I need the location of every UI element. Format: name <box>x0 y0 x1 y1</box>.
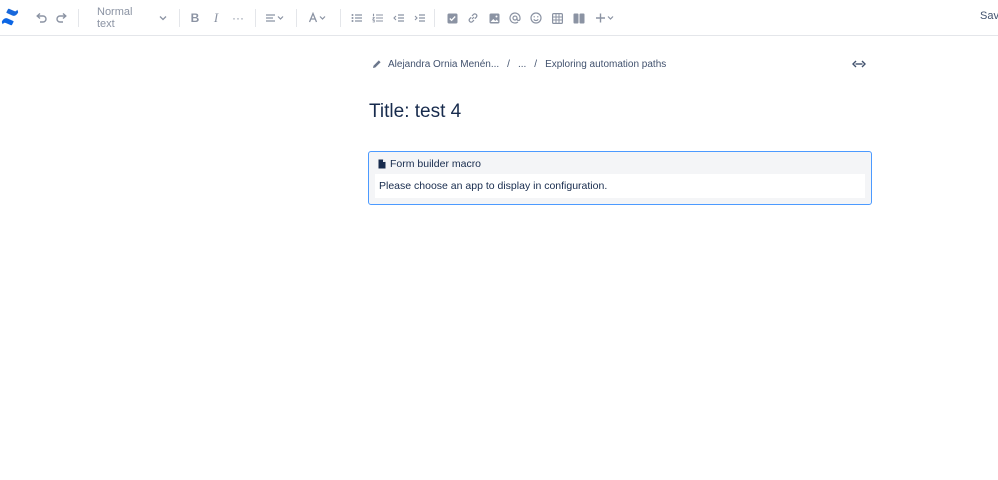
indent-icon[interactable] <box>413 8 425 28</box>
image-icon[interactable] <box>488 8 500 28</box>
toolbar-divider <box>340 9 341 27</box>
numbered-list-icon[interactable] <box>371 8 383 28</box>
toolbar-divider <box>296 9 297 27</box>
insert-more-dropdown[interactable] <box>594 8 616 28</box>
alignment-dropdown[interactable] <box>264 8 286 28</box>
editor-toolbar: Normal text B I ··· Sav <box>0 0 998 36</box>
toolbar-divider <box>255 9 256 27</box>
confluence-logo-icon[interactable] <box>1 8 19 26</box>
breadcrumb-page[interactable]: Exploring automation paths <box>545 59 666 70</box>
text-color-dropdown[interactable] <box>307 8 329 28</box>
more-formatting-button[interactable]: ··· <box>230 8 246 28</box>
expand-width-icon[interactable] <box>852 58 866 70</box>
layouts-icon[interactable] <box>572 8 585 28</box>
italic-icon[interactable]: I <box>210 8 222 28</box>
toolbar-divider <box>78 9 79 27</box>
redo-icon[interactable] <box>55 8 69 28</box>
macro-name: Form builder macro <box>390 157 482 170</box>
breadcrumb-separator: / <box>534 58 538 70</box>
breadcrumb-author[interactable]: Alejandra Ornia Menén... <box>388 59 499 70</box>
page-title[interactable]: Title: test 4 <box>369 101 461 123</box>
undo-icon[interactable] <box>34 8 48 28</box>
link-icon[interactable] <box>467 8 479 28</box>
breadcrumb-ellipsis[interactable]: ... <box>518 59 526 70</box>
breadcrumb: Alejandra Ornia Menén... / ... / Explori… <box>372 57 666 71</box>
more-formatting-label: ··· <box>232 11 244 25</box>
macro-body: Please choose an app to display in confi… <box>375 174 865 198</box>
mention-icon[interactable] <box>509 8 521 28</box>
save-button[interactable]: Save <box>980 10 998 22</box>
text-style-dropdown[interactable]: Normal text <box>97 6 167 30</box>
task-checkbox-icon[interactable] <box>446 8 458 28</box>
form-builder-macro[interactable]: Form builder macro Please choose an app … <box>368 151 872 205</box>
chevron-down-icon <box>159 15 167 21</box>
macro-header: Form builder macro <box>378 156 481 171</box>
macro-message: Please choose an app to display in confi… <box>379 180 608 192</box>
bold-icon[interactable]: B <box>189 8 201 28</box>
toolbar-divider <box>179 9 180 27</box>
table-icon[interactable] <box>551 8 563 28</box>
document-icon <box>378 159 386 168</box>
emoji-icon[interactable] <box>530 8 542 28</box>
outdent-icon[interactable] <box>392 8 404 28</box>
toolbar-divider <box>434 9 435 27</box>
bullet-list-icon[interactable] <box>350 8 362 28</box>
pencil-icon <box>373 60 381 68</box>
text-style-label: Normal text <box>97 6 133 30</box>
breadcrumb-separator: / <box>507 58 510 70</box>
